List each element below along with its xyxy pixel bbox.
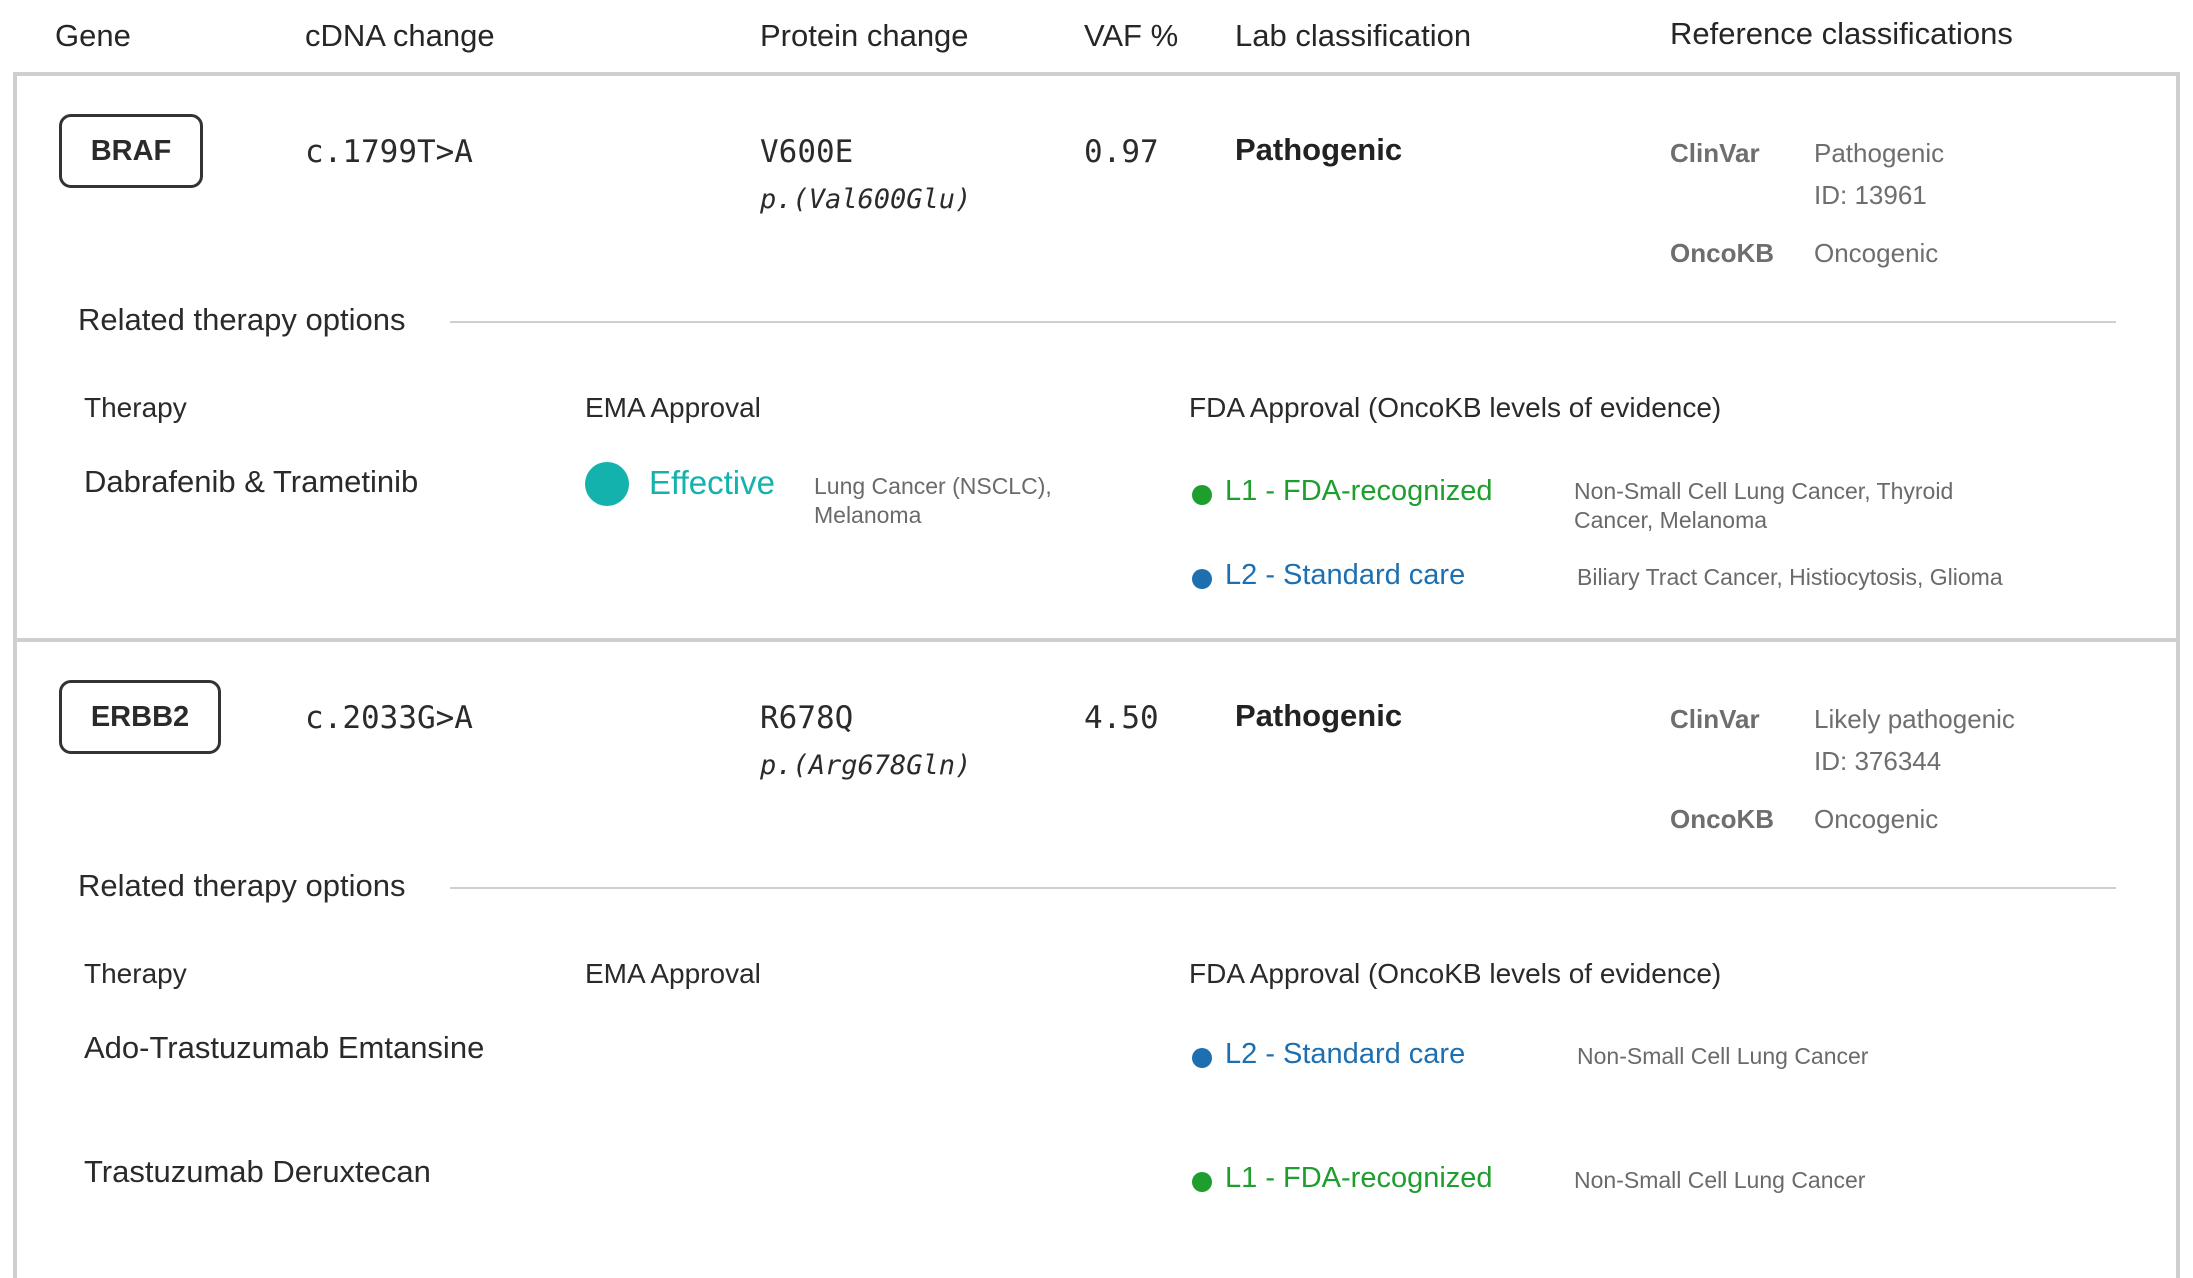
column-header-vaf: VAF % — [1084, 18, 1179, 53]
ema-indications: Lung Cancer (NSCLC), Melanoma — [814, 473, 1052, 528]
ema-status-label: Effective — [649, 464, 775, 501]
cdna-change: c.2033G>A — [305, 700, 473, 736]
protein-change-short: V600E — [760, 134, 854, 170]
variant-card-braf: BRAF c.1799T>A V600E p.(Val600Glu) 0.97 … — [13, 72, 2180, 642]
column-header-cdna: cDNA change — [305, 18, 495, 53]
oncokb-value: Oncogenic — [1814, 804, 1939, 834]
variant-card-erbb2: ERBB2 c.2033G>A R678Q p.(Arg678Gln) 4.50… — [13, 638, 2180, 1278]
effective-dot-icon — [585, 462, 629, 506]
clinvar-id[interactable]: ID: 376344 — [1814, 746, 1941, 777]
clinvar-value: Likely pathogenic — [1814, 704, 2015, 734]
fda-level-label[interactable]: L1 - FDA-recognized — [1225, 475, 1493, 508]
lab-classification: Pathogenic — [1235, 698, 1403, 733]
fda-indications: Non-Small Cell Lung Cancer, Thyroid Canc… — [1574, 478, 1954, 533]
vaf-value: 0.97 — [1084, 134, 1159, 170]
therapy-name: Ado-Trastuzumab Emtansine — [84, 1030, 485, 1065]
fda-indications: Non-Small Cell Lung Cancer — [1577, 1043, 1869, 1069]
clinvar-label: ClinVar — [1670, 138, 1760, 168]
fda-level-label[interactable]: L1 - FDA-recognized — [1225, 1162, 1493, 1195]
related-therapy-title: Related therapy options — [78, 868, 406, 903]
protein-change-long: p.(Val600Glu) — [760, 184, 972, 215]
level-2-dot-icon — [1192, 1048, 1212, 1068]
fda-indications: Biliary Tract Cancer, Histiocytosis, Gli… — [1577, 564, 2003, 590]
vaf-value: 4.50 — [1084, 700, 1159, 736]
therapy-name: Trastuzumab Deruxtecan — [84, 1154, 431, 1189]
therapy-header: Therapy — [84, 958, 187, 989]
gene-badge[interactable]: ERBB2 — [59, 680, 221, 754]
oncokb-label: OncoKB — [1670, 804, 1774, 834]
gene-badge[interactable]: BRAF — [59, 114, 203, 188]
therapy-name: Dabrafenib & Trametinib — [84, 464, 419, 499]
ema-approval-header: EMA Approval — [585, 392, 761, 423]
fda-approval-header: FDA Approval (OncoKB levels of evidence) — [1189, 958, 1722, 989]
column-header-lab-classification: Lab classification — [1235, 18, 1472, 53]
oncokb-value: Oncogenic — [1814, 238, 1939, 268]
fda-level-label[interactable]: L2 - Standard care — [1225, 559, 1465, 592]
column-header-protein: Protein change — [760, 18, 969, 53]
level-2-dot-icon — [1192, 569, 1212, 589]
fda-level-label[interactable]: L2 - Standard care — [1225, 1038, 1465, 1071]
section-divider — [450, 321, 2116, 323]
therapy-header: Therapy — [84, 392, 187, 423]
column-header-reference-classifications: Reference classifications — [1670, 16, 2013, 51]
clinvar-id[interactable]: ID: 13961 — [1814, 180, 1927, 211]
clinvar-label: ClinVar — [1670, 704, 1760, 734]
fda-indications: Non-Small Cell Lung Cancer — [1574, 1167, 1866, 1193]
fda-approval-header: FDA Approval (OncoKB levels of evidence) — [1189, 392, 1722, 423]
lab-classification: Pathogenic — [1235, 132, 1403, 167]
protein-change-long: p.(Arg678Gln) — [760, 750, 972, 781]
oncokb-label: OncoKB — [1670, 238, 1774, 268]
cdna-change: c.1799T>A — [305, 134, 473, 170]
clinvar-value: Pathogenic — [1814, 138, 1945, 168]
column-header-gene: Gene — [55, 18, 131, 53]
ema-approval-header: EMA Approval — [585, 958, 761, 989]
section-divider — [450, 887, 2116, 889]
related-therapy-title: Related therapy options — [78, 302, 406, 337]
protein-change-short: R678Q — [760, 700, 854, 736]
level-1-dot-icon — [1192, 1172, 1212, 1192]
level-1-dot-icon — [1192, 485, 1212, 505]
